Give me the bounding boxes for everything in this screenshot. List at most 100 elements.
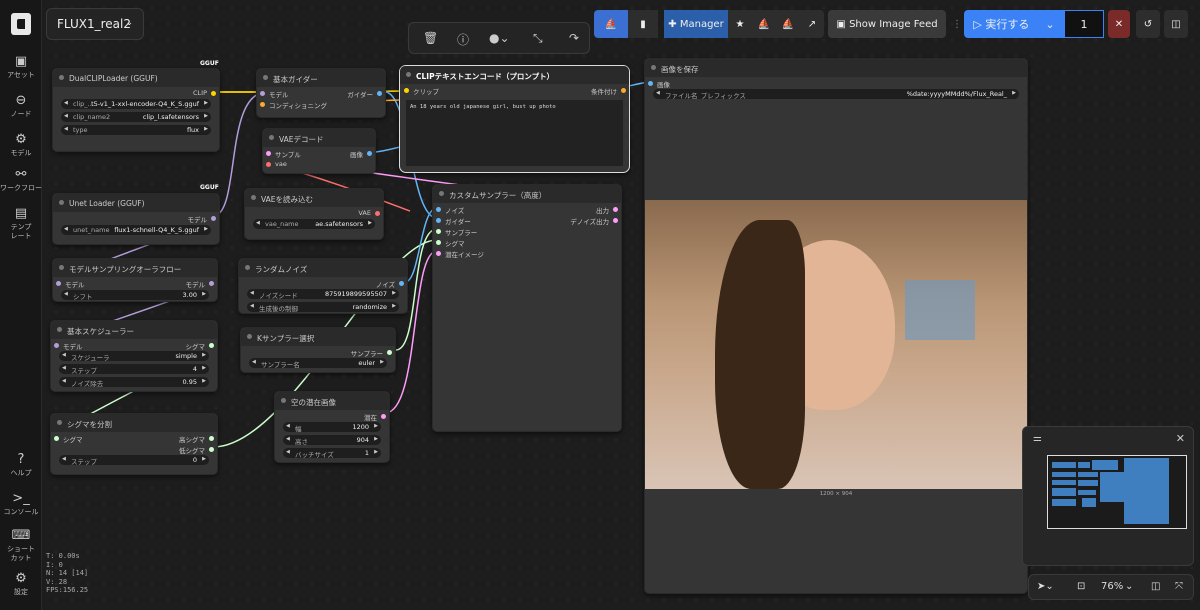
trash-icon[interactable]: 🗑 <box>423 31 438 45</box>
close-icon[interactable]: ✕ <box>1176 432 1185 445</box>
cancel-icon[interactable]: ✕ <box>1108 10 1130 38</box>
widget-batch-size[interactable]: バッチサイズ 1 <box>283 448 381 458</box>
input-slot[interactable] <box>648 81 653 86</box>
widget-filename-prefix[interactable]: ファイル名_プレフィックス %date:yyyyMMdd%/Flux_Real_ <box>653 89 1019 99</box>
sidebar-item-models[interactable]: ⚙ モデル <box>0 133 42 158</box>
fit-icon[interactable]: ⤡ <box>533 31 543 46</box>
widget-scheduler[interactable]: スケジューラ simple <box>59 351 209 361</box>
redo-icon[interactable]: ↷ <box>569 31 579 45</box>
widget-control-after-generate[interactable]: 生成後の制御 randomize <box>247 302 399 312</box>
widget-denoise[interactable]: ノイズ除去 0.95 <box>59 377 209 387</box>
color-icon[interactable]: ●⌄ <box>489 31 510 45</box>
manager-button[interactable]: ✚ Manager <box>664 10 728 38</box>
node-empty-latent[interactable]: 空の潜在画像 潜在 幅 1200 高さ 904 バッチサイズ 1 <box>274 391 390 463</box>
widget-steps[interactable]: ステップ 4 <box>59 364 209 374</box>
sidebar-item-settings[interactable]: ⚙ 設定 <box>0 572 42 597</box>
input-slot[interactable] <box>266 162 271 167</box>
output-slot[interactable] <box>209 436 214 441</box>
output-slot[interactable] <box>613 218 618 223</box>
bookmark-icon[interactable]: ▮ <box>628 10 658 38</box>
tool-icon-2[interactable]: ⛵ <box>776 10 800 38</box>
sidebar-item-assets[interactable]: ▣ アセット <box>0 55 42 80</box>
generated-image-preview[interactable] <box>645 200 1027 489</box>
node-vae-decode[interactable]: VAEデコード サンプル vae 画像 <box>262 128 376 174</box>
minimap-viewport[interactable] <box>1047 455 1187 529</box>
output-slot[interactable] <box>209 343 214 348</box>
output-slot[interactable] <box>399 281 404 286</box>
output-slot[interactable] <box>211 91 216 96</box>
node-basic-scheduler[interactable]: 基本スケジューラー モデル シグマ スケジューラ simple ステップ 4 ノイズ… <box>50 320 218 392</box>
node-sampler-custom-advanced[interactable]: カスタムサンプラー（高度） ノイズ ガイダー サンプラー シグマ 潜在イメージ … <box>432 184 622 432</box>
input-slot[interactable] <box>54 343 59 348</box>
input-slot[interactable] <box>54 436 59 441</box>
settings-sliders-icon[interactable]: ⚌ <box>1033 433 1042 444</box>
input-slot[interactable] <box>436 207 441 212</box>
batch-count-input[interactable]: 1 <box>1064 10 1104 38</box>
node-ksampler-select[interactable]: Kサンプラー選択 サンプラー サンプラー名 euler <box>240 327 396 373</box>
widget-clip-name2[interactable]: clip_name2 clip_l.safetensors <box>61 112 211 122</box>
input-slot[interactable] <box>436 251 441 256</box>
image-feed-button[interactable]: ▣ Show Image Feed <box>828 10 946 38</box>
widget-step[interactable]: ステップ 0 <box>59 455 209 465</box>
output-slot[interactable] <box>387 350 392 355</box>
widget-sampler-name[interactable]: サンプラー名 euler <box>249 358 387 368</box>
output-slot[interactable] <box>621 88 626 93</box>
output-slot[interactable] <box>377 91 382 96</box>
panel-icon[interactable]: ◫ <box>1164 10 1188 38</box>
sidebar-item-templates[interactable]: ▤ テンプレート <box>0 207 42 241</box>
run-button[interactable]: ▷ 実行する ⌄ <box>964 10 1064 38</box>
input-slot[interactable] <box>436 229 441 234</box>
queue-icon[interactable]: ⛵ <box>594 10 628 38</box>
sidebar-item-workflows[interactable]: ⚯ ワークフロー <box>0 168 42 193</box>
widget-clip-name1[interactable]: clip_...t5-v1_1-xxl-encoder-Q4_K_S.gguf <box>61 99 211 109</box>
widget-vae-name[interactable]: vae_name ae.safetensors <box>253 219 375 229</box>
minimap-panel[interactable]: ⚌ ✕ <box>1022 426 1194 566</box>
input-slot[interactable] <box>56 281 61 286</box>
zoom-level[interactable]: 76% <box>1101 581 1123 592</box>
share-icon[interactable]: ↗ <box>800 10 824 38</box>
output-slot[interactable] <box>211 216 216 221</box>
node-save-image[interactable]: 画像を保存 画像 ファイル名_プレフィックス %date:yyyyMMdd%/Fl… <box>644 58 1028 594</box>
pointer-icon[interactable]: ➤⌄ <box>1037 581 1054 592</box>
comfy-logo[interactable] <box>11 13 31 35</box>
node-dualcliploader[interactable]: DualCLIPLoader (GGUF) CLIP clip_...t5-v1… <box>52 68 220 152</box>
info-icon[interactable]: ⓘ <box>457 31 469 48</box>
output-slot[interactable] <box>367 151 372 156</box>
input-slot[interactable] <box>436 218 441 223</box>
node-basic-guider[interactable]: 基本ガイダー モデル コンディショニング ガイダー <box>256 68 386 118</box>
node-random-noise[interactable]: ランダムノイズ ノイズ ノイズシード 875919899595507 生成後の制御… <box>238 258 408 314</box>
node-split-sigmas[interactable]: シグマを分割 シグマ 高シグマ 低シグマ ステップ 0 <box>50 413 218 475</box>
drag-handle-icon[interactable]: ⋮ <box>952 10 962 38</box>
minimap-toggle-icon[interactable]: ◫ <box>1151 581 1160 592</box>
link-toggle-icon[interactable]: ⤧ <box>1175 581 1183 592</box>
sidebar-item-nodes[interactable]: ⊖ ノード <box>0 94 42 119</box>
widget-noise-seed[interactable]: ノイズシード 875919899595507 <box>247 289 399 299</box>
input-slot[interactable] <box>404 88 409 93</box>
input-slot[interactable] <box>260 91 265 96</box>
sidebar-item-console[interactable]: >_ コンソール <box>0 492 42 517</box>
history-icon[interactable]: ↺ <box>1136 10 1160 38</box>
workflow-title[interactable]: FLUX1_real2 ⌄ <box>46 8 144 40</box>
node-unet-loader[interactable]: Unet Loader (GGUF) モデル unet_name flux1-sc… <box>52 193 220 245</box>
output-slot[interactable] <box>381 414 386 419</box>
input-slot[interactable] <box>260 102 265 107</box>
sidebar-item-shortcuts[interactable]: ⌨ ショートカット <box>0 529 42 563</box>
node-model-sampling-auraflow[interactable]: モデルサンプリングオーラフロー モデル モデル シフト 3.00 <box>52 258 218 302</box>
widget-unet-name[interactable]: unet_name flux1-schnell-Q4_K_S.gguf <box>61 225 211 235</box>
widget-height[interactable]: 高さ 904 <box>283 435 381 445</box>
node-vae-loader[interactable]: VAEを読み込む VAE vae_name ae.safetensors <box>244 188 384 240</box>
fit-view-icon[interactable]: ⊡ <box>1077 581 1085 592</box>
output-slot[interactable] <box>209 447 214 452</box>
widget-type[interactable]: type flux <box>61 125 211 135</box>
star-icon[interactable]: ★ <box>728 10 752 38</box>
widget-shift[interactable]: シフト 3.00 <box>61 290 209 300</box>
chevron-down-icon[interactable]: ⌄ <box>1125 581 1133 592</box>
output-slot[interactable] <box>613 207 618 212</box>
prompt-textarea[interactable]: An 18 years old japanese girl, bust up p… <box>406 100 623 166</box>
output-slot[interactable] <box>375 211 380 216</box>
input-slot[interactable] <box>436 240 441 245</box>
node-clip-text-encode[interactable]: CLIPテキストエンコード（プロンプト） クリップ 条件付け An 18 yea… <box>399 65 630 173</box>
sidebar-item-help[interactable]: ? ヘルプ <box>0 453 42 478</box>
output-slot[interactable] <box>209 281 214 286</box>
input-slot[interactable] <box>266 151 271 156</box>
